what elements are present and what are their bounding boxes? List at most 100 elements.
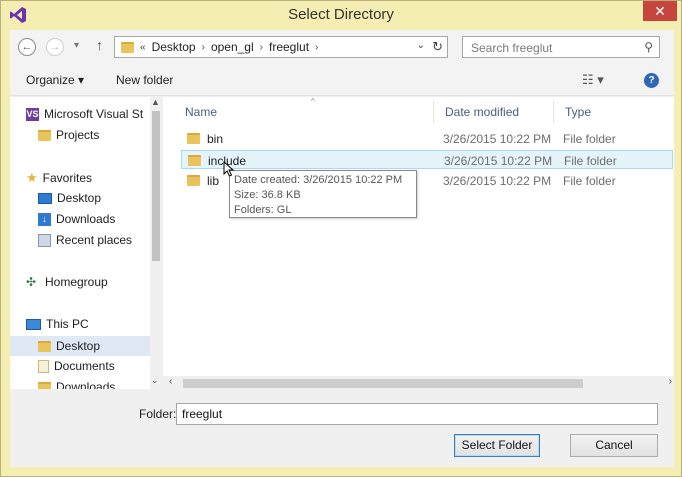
folder-icon xyxy=(188,155,201,166)
sidebar-item-label: Homegroup xyxy=(45,275,108,289)
folder-icon xyxy=(187,175,200,186)
sidebar-item-homegroup[interactable]: ✣ Homegroup xyxy=(26,275,108,289)
back-button[interactable]: ← xyxy=(18,38,36,56)
scroll-right-icon[interactable]: › xyxy=(669,376,672,387)
scroll-left-icon[interactable]: ‹ xyxy=(169,376,172,387)
sidebar-item-label: Microsoft Visual St xyxy=(44,107,144,121)
table-row[interactable]: include 3/26/2015 10:22 PM File folder xyxy=(181,150,673,169)
column-divider[interactable] xyxy=(553,101,554,123)
breadcrumb-overflow[interactable]: « xyxy=(140,42,146,53)
breadcrumb-desktop[interactable]: Desktop xyxy=(152,40,196,54)
view-options-icon[interactable]: ☷ ▾ xyxy=(582,72,604,88)
sidebar-item-label: Desktop xyxy=(57,191,102,205)
folder-icon xyxy=(38,129,51,141)
file-type: File folder xyxy=(563,174,616,188)
visual-studio-icon: VS xyxy=(26,107,39,121)
column-header-type[interactable]: Type xyxy=(565,105,591,119)
chevron-right-icon[interactable]: › xyxy=(315,42,318,53)
help-icon[interactable]: ? xyxy=(644,73,659,88)
select-folder-button[interactable]: Select Folder xyxy=(454,434,540,457)
cancel-button[interactable]: Cancel xyxy=(570,434,658,457)
breadcrumb: « Desktop › open_gl › freeglut › xyxy=(121,40,318,54)
file-list: ^ Name Date modified Type bin 3/26/2015 … xyxy=(163,97,674,389)
window-title: Select Directory xyxy=(288,6,394,23)
search-icon[interactable]: ⚲ xyxy=(644,40,653,54)
sidebar-item-recent-places[interactable]: Recent places xyxy=(38,233,132,247)
column-header-name[interactable]: Name xyxy=(185,105,217,119)
chevron-down-icon[interactable]: ⌄ xyxy=(417,40,425,51)
table-row[interactable]: bin 3/26/2015 10:22 PM File folder xyxy=(181,129,673,148)
star-icon: ★ xyxy=(26,170,38,185)
tooltip-size: Size: 36.8 KB xyxy=(234,189,301,201)
sidebar-item-downloads[interactable]: ↓ Downloads xyxy=(38,212,115,226)
scrollbar-thumb[interactable] xyxy=(183,379,583,388)
file-date-modified: 3/26/2015 10:22 PM xyxy=(443,132,552,146)
computer-icon xyxy=(26,318,41,330)
sidebar-item-label: Downloads xyxy=(56,212,116,226)
documents-icon xyxy=(38,359,49,373)
sidebar-item-label: Desktop xyxy=(56,339,101,353)
folder-label: Folder: xyxy=(139,407,177,421)
file-name: bin xyxy=(207,132,224,146)
folder-field[interactable] xyxy=(176,403,658,425)
folder-icon xyxy=(121,41,134,53)
close-button[interactable]: ✕ xyxy=(643,1,677,21)
navigation-bar: ← → ▾ ↑ « Desktop › open_gl › freeglut ›… xyxy=(10,30,674,64)
sidebar-item-this-pc[interactable]: This PC xyxy=(26,317,89,331)
sidebar-item-label: This PC xyxy=(46,317,89,331)
sidebar-item-this-pc-desktop[interactable]: Desktop xyxy=(10,336,150,356)
command-bar: Organize ▾ New folder ☷ ▾ ? xyxy=(10,64,674,96)
chevron-right-icon[interactable]: › xyxy=(260,42,263,53)
new-folder-button[interactable]: New folder xyxy=(116,73,173,87)
address-bar[interactable]: « Desktop › open_gl › freeglut › ⌄ ↻ xyxy=(114,36,448,58)
sidebar-item-microsoft-visual-studio[interactable]: VS Microsoft Visual St xyxy=(26,107,143,121)
column-divider[interactable] xyxy=(433,101,434,123)
sidebar-item-projects[interactable]: Projects xyxy=(38,128,99,142)
sidebar-item-label: Favorites xyxy=(42,171,93,185)
column-header-date-modified[interactable]: Date modified xyxy=(445,105,519,119)
navigation-pane: VS Microsoft Visual St Projects ★ Favori… xyxy=(10,97,162,389)
sidebar-item-label: Recent places xyxy=(56,233,133,247)
search-box[interactable]: Search freeglut ⚲ xyxy=(462,36,660,58)
file-date-modified: 3/26/2015 10:22 PM xyxy=(443,174,552,188)
search-input[interactable]: Search freeglut xyxy=(471,41,552,55)
folder-input-row: Folder: xyxy=(10,390,674,430)
title-bar[interactable]: Select Directory ✕ xyxy=(1,1,681,29)
sidebar-item-desktop[interactable]: Desktop xyxy=(38,191,101,205)
sidebar-item-label: Projects xyxy=(56,128,100,142)
desktop-icon xyxy=(38,192,52,204)
navigation-pane-scrollbar[interactable]: ▲ ⌄ xyxy=(150,97,162,389)
folder-icon xyxy=(38,340,51,352)
recent-locations-dropdown[interactable]: ▾ xyxy=(74,40,79,51)
sidebar-item-documents[interactable]: Documents xyxy=(38,359,115,373)
file-type: File folder xyxy=(563,132,616,146)
homegroup-icon: ✣ xyxy=(26,274,37,289)
scroll-down-icon[interactable]: ⌄ xyxy=(151,375,159,386)
sidebar-item-favorites[interactable]: ★ Favorites xyxy=(26,170,92,186)
breadcrumb-freeglut[interactable]: freeglut xyxy=(269,40,309,54)
sidebar-item-label: Documents xyxy=(54,359,115,373)
scrollbar-thumb[interactable] xyxy=(152,111,160,261)
organize-button[interactable]: Organize ▾ xyxy=(26,73,84,87)
downloads-icon: ↓ xyxy=(38,212,51,226)
file-type: File folder xyxy=(564,154,617,168)
recent-places-icon xyxy=(38,233,51,247)
scroll-up-icon[interactable]: ▲ xyxy=(151,97,160,107)
folder-info-tooltip: Date created: 3/26/2015 10:22 PM Size: 3… xyxy=(229,170,417,218)
up-button[interactable]: ↑ xyxy=(96,37,103,53)
chevron-right-icon[interactable]: › xyxy=(202,42,205,53)
sidebar-item-this-pc-downloads[interactable]: Downloads xyxy=(38,380,115,389)
mouse-cursor-icon xyxy=(223,161,235,177)
horizontal-scrollbar[interactable]: ‹ › xyxy=(163,376,674,390)
sort-ascending-icon: ^ xyxy=(311,97,315,106)
breadcrumb-open-gl[interactable]: open_gl xyxy=(211,40,254,54)
folder-icon xyxy=(38,381,51,389)
file-name: lib xyxy=(207,174,220,188)
forward-button[interactable]: → xyxy=(46,38,64,56)
file-date-modified: 3/26/2015 10:22 PM xyxy=(444,154,553,168)
tooltip-date-created: Date created: 3/26/2015 10:22 PM xyxy=(234,174,403,186)
refresh-icon[interactable]: ↻ xyxy=(432,39,443,55)
dialog-body: ← → ▾ ↑ « Desktop › open_gl › freeglut ›… xyxy=(10,30,674,467)
tooltip-folders: Folders: GL xyxy=(234,204,292,216)
sidebar-item-label: Downloads xyxy=(56,380,116,389)
